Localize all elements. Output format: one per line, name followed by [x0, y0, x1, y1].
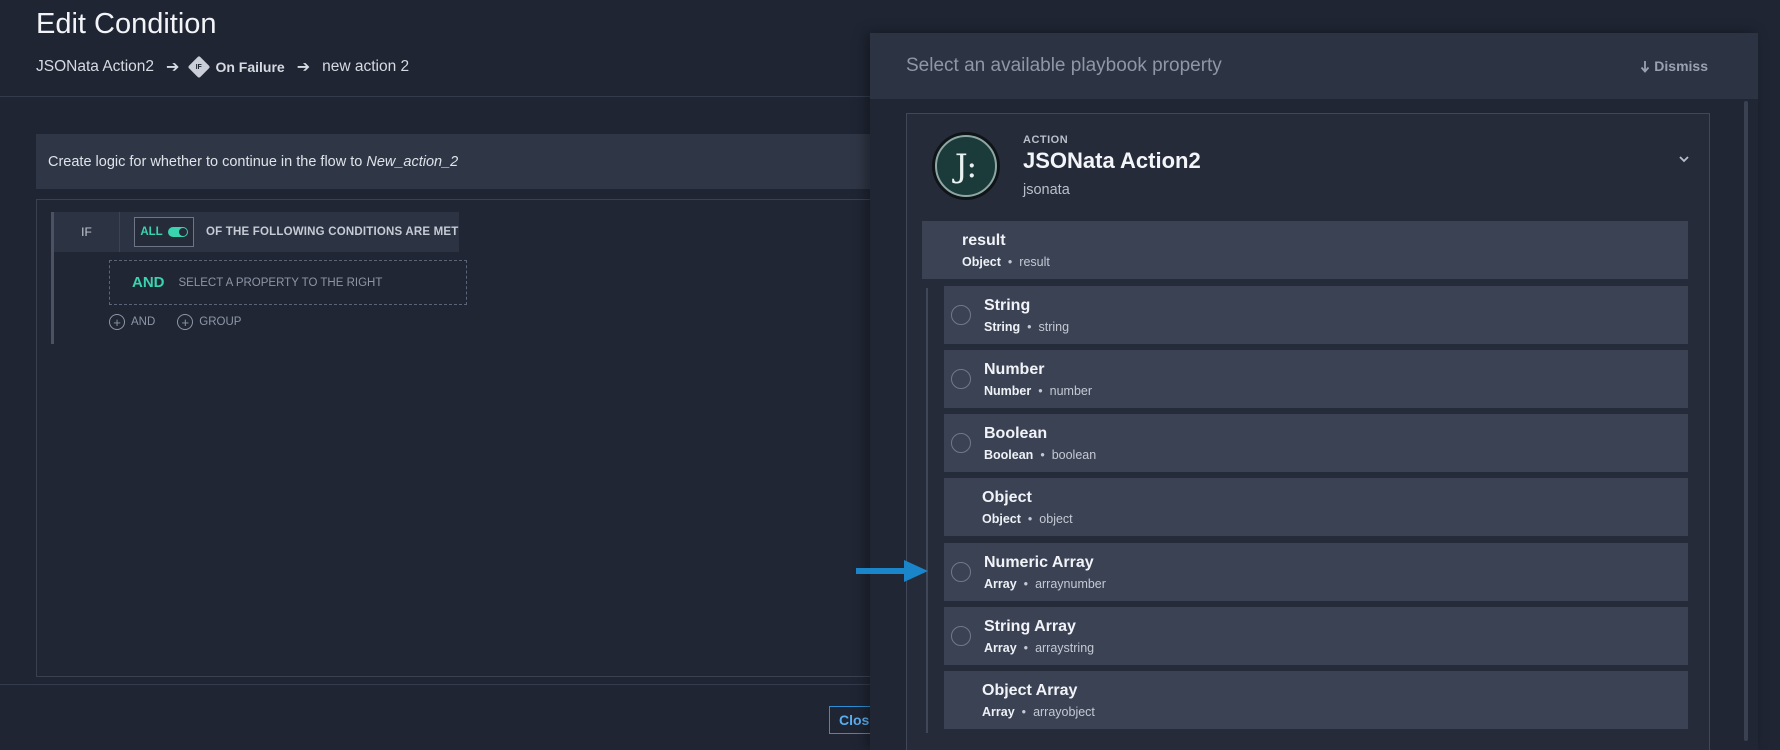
breadcrumb: JSONata Action2 ➔ IF On Failure ➔ new ac… — [36, 55, 409, 79]
select-property-hint: SELECT A PROPERTY TO THE RIGHT — [178, 276, 383, 289]
property-type: Object • result — [962, 255, 1050, 269]
property-type: Boolean • boolean — [984, 448, 1097, 462]
property-type: Array • arrayobject — [982, 705, 1095, 719]
if-diamond-icon: IF — [188, 55, 211, 79]
property-row-number[interactable]: Number Number • number — [944, 350, 1688, 408]
property-name: Boolean — [984, 425, 1048, 442]
toggle-switch-icon — [167, 227, 188, 237]
property-row-string[interactable]: String String • string — [944, 286, 1688, 344]
tree-connector — [926, 288, 928, 733]
action-name: JSONata Action2 — [1023, 148, 1201, 173]
panel-scrollbar[interactable] — [1744, 101, 1748, 741]
condition-dropzone[interactable]: AND SELECT A PROPERTY TO THE RIGHT — [109, 260, 467, 305]
property-row-object[interactable]: Object Object • object — [944, 478, 1688, 536]
annotation-arrow-icon — [856, 560, 928, 582]
add-and-button[interactable]: AND — [131, 316, 155, 328]
if-rail — [51, 252, 54, 344]
action-header[interactable]: J: ACTION JSONata Action2 jsonata — [907, 114, 1709, 218]
property-row-object-array[interactable]: Object Array Array • arrayobject — [944, 671, 1688, 729]
panel-title: Select an available playbook property — [906, 55, 1222, 76]
property-row-string-array[interactable]: String Array Array • arraystring — [944, 607, 1688, 665]
chevron-down-icon[interactable] — [1677, 152, 1691, 166]
breadcrumb-on-failure[interactable]: On Failure — [215, 59, 284, 75]
breadcrumb-action[interactable]: JSONata Action2 — [36, 58, 154, 76]
property-type: Array • arraynumber — [984, 577, 1106, 591]
property-row-numeric-array[interactable]: Numeric Array Array • arraynumber — [944, 543, 1688, 601]
add-row: + AND + GROUP — [109, 314, 241, 330]
all-any-toggle[interactable]: ALL — [134, 217, 194, 247]
and-label: AND — [132, 274, 165, 291]
page-title: Edit Condition — [36, 8, 217, 40]
if-label: IF — [54, 212, 120, 252]
property-name: Object Array — [982, 682, 1078, 699]
all-label: ALL — [140, 226, 163, 238]
action-kind: ACTION — [1023, 134, 1069, 146]
panel-header: Select an available playbook property Di… — [870, 33, 1758, 99]
radio-button[interactable] — [951, 369, 971, 389]
property-name: Object — [982, 489, 1032, 506]
property-name: String Array — [984, 618, 1076, 635]
footer-divider — [0, 684, 880, 685]
add-group-icon[interactable]: + — [177, 314, 194, 330]
dismiss-label: Dismiss — [1654, 58, 1708, 74]
breadcrumb-next-action[interactable]: new action 2 — [322, 58, 409, 76]
radio-button[interactable] — [951, 433, 971, 453]
property-type: Number • number — [984, 384, 1093, 398]
breadcrumb-arrow-icon: ➔ — [296, 59, 311, 76]
conditions-text: OF THE FOLLOWING CONDITIONS ARE MET — [206, 226, 459, 238]
flow-info-bar: Create logic for whether to continue in … — [36, 134, 880, 189]
property-type: String • string — [984, 320, 1070, 334]
dismiss-button[interactable]: Dismiss — [1640, 58, 1708, 74]
radio-button[interactable] — [951, 562, 971, 582]
action-app: jsonata — [1023, 182, 1070, 198]
info-target: New_action_2 — [366, 153, 459, 170]
property-name: result — [962, 232, 1006, 249]
radio-button[interactable] — [951, 305, 971, 325]
property-type: Object • object — [982, 512, 1073, 526]
info-prefix: Create logic for whether to continue in … — [48, 153, 363, 170]
radio-button[interactable] — [951, 626, 971, 646]
property-name: Number — [984, 361, 1045, 378]
property-row-boolean[interactable]: Boolean Boolean • boolean — [944, 414, 1688, 472]
breadcrumb-arrow-icon: ➔ — [166, 59, 180, 76]
header-divider — [0, 96, 880, 97]
property-name: String — [984, 297, 1031, 314]
arrow-down-icon — [1641, 60, 1650, 73]
property-row-result[interactable]: result Object • result — [922, 221, 1688, 279]
if-row: IF ALL OF THE FOLLOWING CONDITIONS ARE M… — [51, 212, 459, 252]
jsonata-logo-icon: J: — [935, 135, 997, 197]
property-type: Array • arraystring — [984, 641, 1095, 655]
add-group-button[interactable]: GROUP — [199, 316, 241, 328]
property-name: Numeric Array — [984, 554, 1094, 571]
add-and-icon[interactable]: + — [109, 314, 125, 330]
condition-canvas: IF ALL OF THE FOLLOWING CONDITIONS ARE M… — [36, 199, 880, 677]
